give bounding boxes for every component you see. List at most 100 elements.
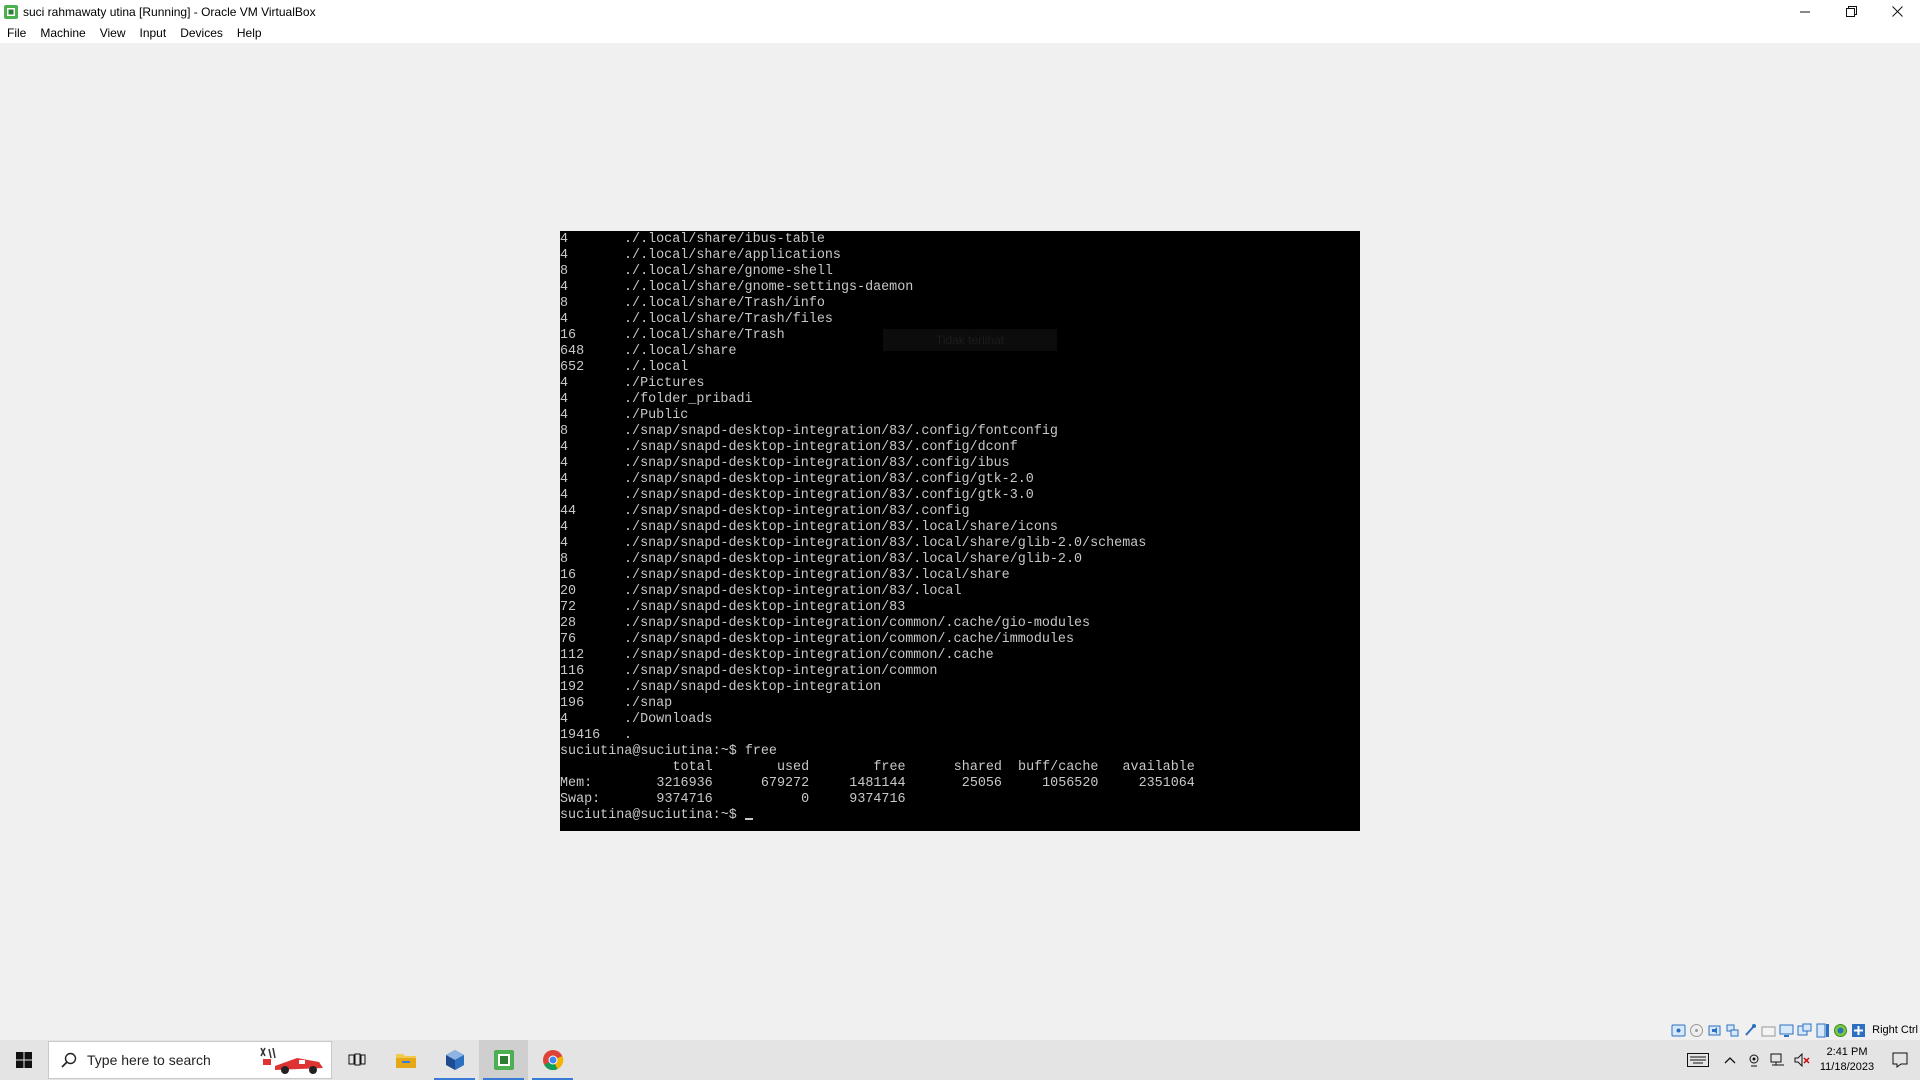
du-size: 4	[560, 520, 569, 535]
du-path: ./snap/snapd-desktop-integration/common	[624, 664, 938, 679]
recording-icon[interactable]	[1815, 1023, 1830, 1038]
du-output-line: 8 ./.local/share/gnome-shell	[560, 264, 1195, 280]
du-size: 112	[560, 648, 585, 663]
menu-devices[interactable]: Devices	[173, 26, 230, 40]
du-output-line: 4 ./snap/snapd-desktop-integration/83/.co…	[560, 440, 1195, 456]
notification-icon	[1892, 1052, 1908, 1068]
du-size: 19416	[560, 728, 601, 743]
du-output-line: 8 ./snap/snapd-desktop-integration/83/.lo…	[560, 552, 1195, 568]
menu-file[interactable]: File	[0, 26, 33, 40]
shell-prompt: suciutina@suciutina:~$	[560, 808, 745, 823]
du-path: ./.local/share/Trash/files	[624, 312, 833, 327]
du-size: 16	[560, 568, 577, 583]
window-title: suci rahmawaty utina [Running] - Oracle …	[23, 4, 316, 19]
du-path: ./.local/share/gnome-shell	[624, 264, 833, 279]
du-output-line: 72 ./snap/snapd-desktop-integration/83	[560, 600, 1195, 616]
mouse-integration-icon[interactable]	[1851, 1023, 1866, 1038]
du-size: 76	[560, 632, 577, 647]
du-size: 4	[560, 440, 569, 455]
restore-button[interactable]	[1828, 0, 1874, 23]
du-output-line: 4 ./snap/snapd-desktop-integration/83/.co…	[560, 456, 1195, 472]
du-output-line: 116 ./snap/snapd-desktop-integration/comm…	[560, 664, 1195, 680]
du-output-line: 16 ./snap/snapd-desktop-integration/83/.l…	[560, 568, 1195, 584]
du-output-line: 76 ./snap/snapd-desktop-integration/commo…	[560, 632, 1195, 648]
du-path: ./Public	[624, 408, 689, 423]
du-output-line: 4 ./folder_pribadi	[560, 392, 1195, 408]
du-path: ./snap	[624, 696, 673, 711]
virtualbox-vm-icon	[4, 4, 18, 19]
menu-view[interactable]: View	[93, 26, 133, 40]
du-output-line: 4 ./.local/share/Trash/files	[560, 312, 1195, 328]
menu-machine[interactable]: Machine	[33, 26, 92, 40]
shared-folders-icon[interactable]	[1761, 1023, 1776, 1038]
search-highlight-racecar-icon	[260, 1047, 323, 1074]
start-button[interactable]	[0, 1040, 48, 1080]
video-capture-icon[interactable]	[1797, 1023, 1812, 1038]
task-view-button[interactable]	[332, 1040, 381, 1080]
host-key-label[interactable]: Right Ctrl	[1872, 1024, 1918, 1036]
window-titlebar: suci rahmawaty utina [Running] - Oracle …	[0, 0, 1920, 23]
du-size: 8	[560, 296, 569, 311]
task-view-icon	[348, 1053, 365, 1066]
display-icon[interactable]	[1779, 1023, 1794, 1038]
volume-tray-button[interactable]	[1790, 1040, 1814, 1080]
du-output-line: 4 ./snap/snapd-desktop-integration/83/.lo…	[560, 536, 1195, 552]
du-size: 196	[560, 696, 585, 711]
menu-input[interactable]: Input	[133, 26, 174, 40]
du-output-line: 4 ./snap/snapd-desktop-integration/83/.co…	[560, 488, 1195, 504]
chrome-icon	[542, 1050, 563, 1071]
du-path: ./.local/share/Trash	[624, 328, 785, 343]
taskbar-search-box[interactable]: Type here to search	[48, 1041, 332, 1079]
file-explorer-button[interactable]	[381, 1040, 430, 1080]
show-hidden-icons-button[interactable]	[1718, 1040, 1742, 1080]
du-output-line: 4 ./Pictures	[560, 376, 1195, 392]
free-header-row: total used free shared buff/cache availa…	[560, 760, 1195, 775]
du-size: 4	[560, 248, 569, 263]
network-tray-button[interactable]	[1766, 1040, 1790, 1080]
taskbar-clock[interactable]: 2:41 PM 11/18/2023	[1814, 1045, 1880, 1075]
du-path: ./snap/snapd-desktop-integration/common/…	[624, 632, 1074, 647]
vm-terminal-screen[interactable]: 4 ./.local/share/ibus-table 4 ./.local/shar…	[560, 231, 1360, 831]
usb-icon[interactable]	[1743, 1023, 1758, 1038]
du-path: ./snap/snapd-desktop-integration/83/.con…	[624, 424, 1058, 439]
du-path: ./.local/share/applications	[624, 248, 841, 263]
du-output-line: 652 ./.local	[560, 360, 1195, 376]
keyboard-layout-button[interactable]	[1678, 1040, 1718, 1080]
shell-prompt-line[interactable]: suciutina@suciutina:~$	[560, 808, 1195, 824]
hard-disk-icon[interactable]	[1671, 1023, 1686, 1038]
du-output-line: 4 ./Downloads	[560, 712, 1195, 728]
du-size: 4	[560, 488, 569, 503]
close-button[interactable]	[1874, 0, 1920, 23]
du-path: ./snap/snapd-desktop-integration/83	[624, 600, 906, 615]
du-output-line: 196 ./snap	[560, 696, 1195, 712]
volume-muted-icon	[1794, 1053, 1810, 1067]
virtualbox-manager-button[interactable]	[430, 1040, 479, 1080]
du-output-line: 44 ./snap/snapd-desktop-integration/83/.c…	[560, 504, 1195, 520]
webcam-tray-button[interactable]	[1742, 1040, 1766, 1080]
du-path: ./snap/snapd-desktop-integration/83/.con…	[624, 472, 1034, 487]
du-size: 4	[560, 392, 569, 407]
du-path: ./.local/share/ibus-table	[624, 232, 825, 247]
running-vm-button[interactable]	[479, 1040, 528, 1080]
chrome-button[interactable]	[528, 1040, 577, 1080]
audio-icon[interactable]	[1707, 1023, 1722, 1038]
minimize-button[interactable]	[1782, 0, 1828, 23]
du-size: 4	[560, 536, 569, 551]
notification-center-button[interactable]	[1880, 1040, 1920, 1080]
optical-drive-icon[interactable]	[1689, 1023, 1704, 1038]
vbox-status-bar: Right Ctrl	[1671, 1020, 1920, 1040]
close-icon	[1891, 6, 1903, 17]
du-output-line: 4 ./.local/share/applications	[560, 248, 1195, 264]
du-output-line: 4 ./snap/snapd-desktop-integration/83/.co…	[560, 472, 1195, 488]
chevron-up-icon	[1724, 1057, 1736, 1064]
menu-help[interactable]: Help	[230, 26, 269, 40]
faint-overlay-box: Tidak terlihat	[883, 329, 1057, 351]
clock-time: 2:41 PM	[1826, 1046, 1868, 1058]
cpu-icon[interactable]	[1833, 1023, 1848, 1038]
du-size: 4	[560, 280, 569, 295]
restore-icon	[1845, 6, 1857, 17]
network-icon[interactable]	[1725, 1023, 1740, 1038]
du-size: 4	[560, 472, 569, 487]
du-path: ./snap/snapd-desktop-integration/83/.loc…	[624, 584, 962, 599]
touch-keyboard-icon	[1687, 1053, 1709, 1067]
